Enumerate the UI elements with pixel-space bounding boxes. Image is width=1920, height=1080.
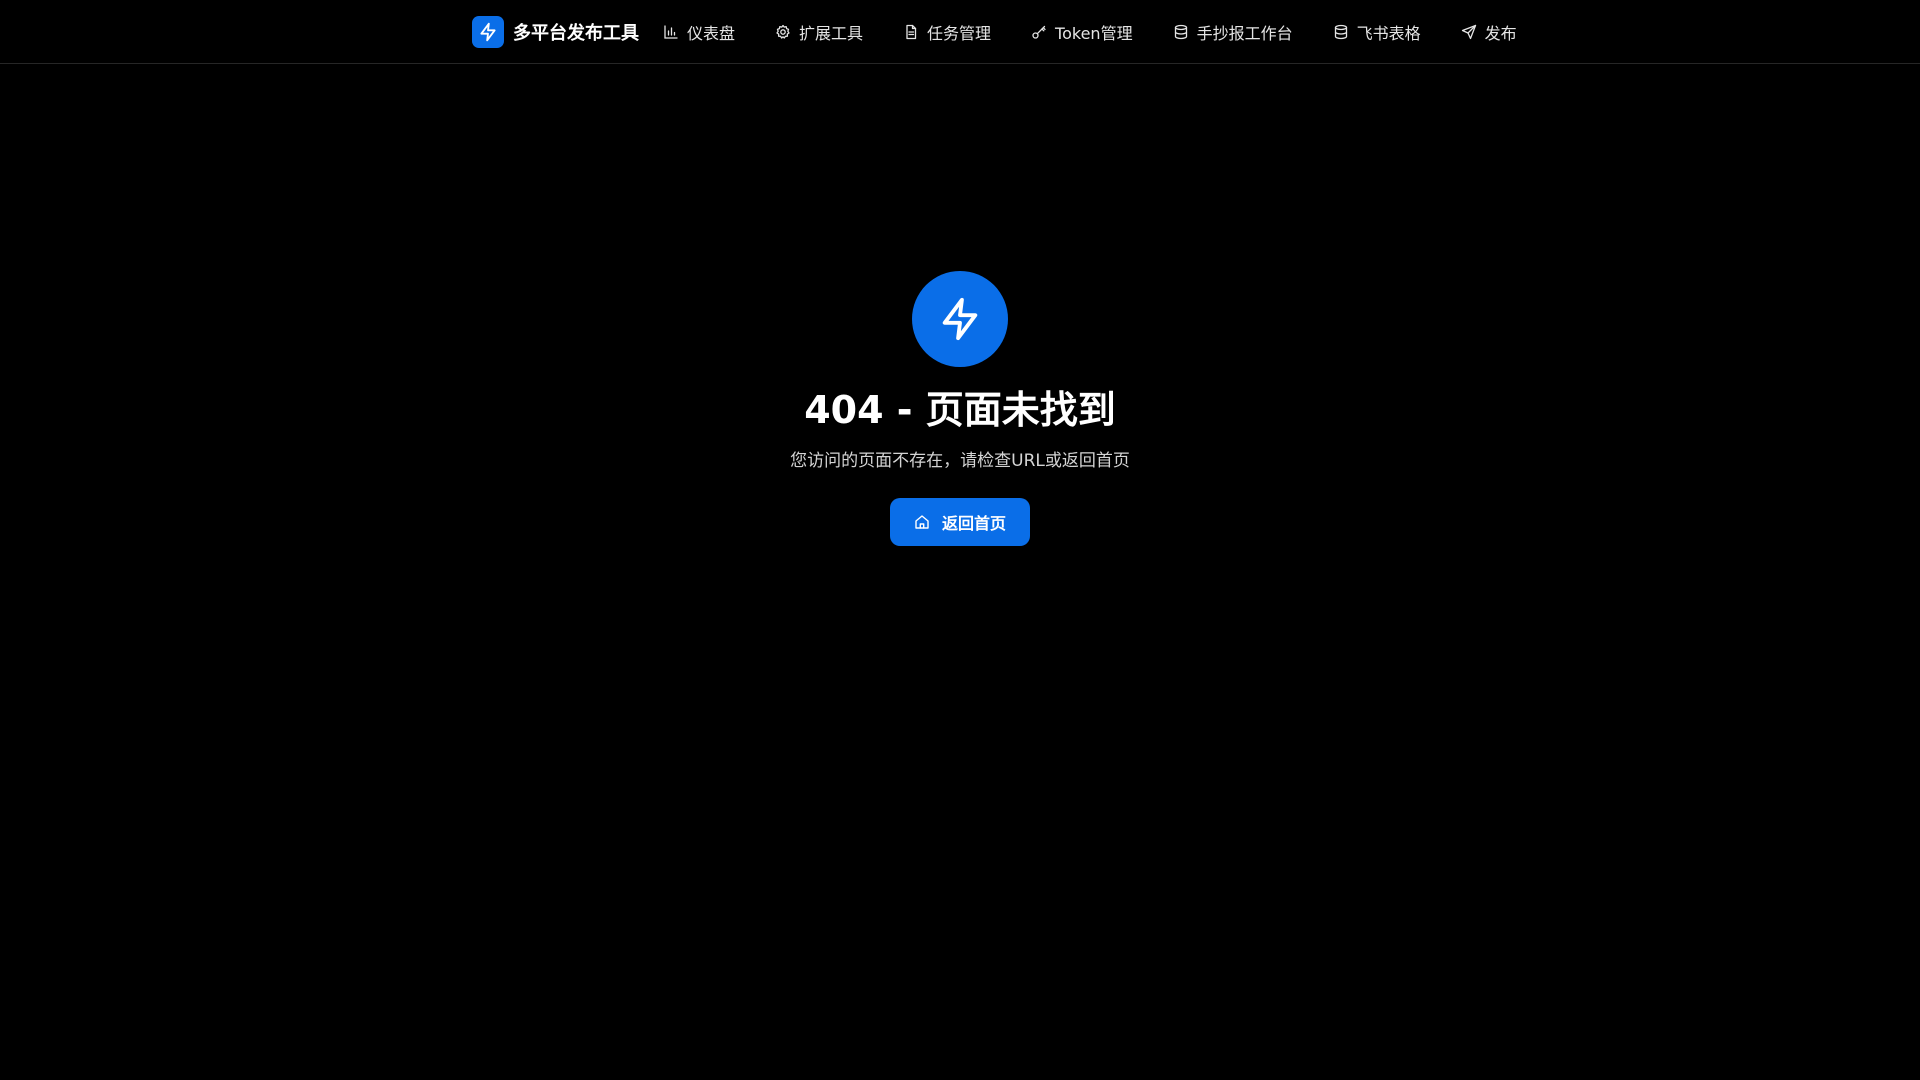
nav-item-label: 任务管理 bbox=[927, 23, 992, 43]
nav-item-label: 扩展工具 bbox=[799, 23, 864, 43]
nav-item-label: 仪表盘 bbox=[687, 23, 736, 43]
nav-item-label: Token管理 bbox=[1055, 23, 1133, 43]
page-title: 404 - 页面未找到 bbox=[804, 388, 1116, 432]
home-icon bbox=[914, 514, 930, 530]
not-found-message: 您访问的页面不存在，请检查URL或返回首页 bbox=[790, 451, 1130, 471]
nav-item-label: 手抄报工作台 bbox=[1196, 23, 1293, 43]
nav-item-label: 飞书表格 bbox=[1356, 23, 1421, 43]
gear-icon bbox=[775, 24, 791, 40]
lightning-bolt-icon bbox=[942, 297, 978, 341]
not-found-badge bbox=[912, 271, 1008, 367]
bar-chart-icon bbox=[663, 24, 679, 40]
return-home-button[interactable]: 返回首页 bbox=[889, 498, 1030, 546]
send-icon bbox=[1461, 24, 1477, 40]
nav-item-label: 发布 bbox=[1484, 23, 1517, 43]
main-nav: 仪表盘 扩展工具 任务管理 Token管理 手抄报工作台 飞书表格 发布 bbox=[651, 12, 1529, 52]
brand-link[interactable]: 多平台发布工具 bbox=[472, 15, 639, 48]
not-found-panel: 404 - 页面未找到 您访问的页面不存在，请检查URL或返回首页 返回首页 bbox=[0, 271, 1920, 546]
database-icon bbox=[1333, 24, 1349, 40]
database-icon bbox=[1173, 24, 1189, 40]
nav-item-token-management[interactable]: Token管理 bbox=[1019, 12, 1145, 52]
main-content: 404 - 页面未找到 您访问的页面不存在，请检查URL或返回首页 返回首页 bbox=[0, 64, 1920, 1080]
file-text-icon bbox=[903, 24, 919, 40]
nav-item-poster-workbench[interactable]: 手抄报工作台 bbox=[1161, 12, 1305, 52]
brand-name: 多平台发布工具 bbox=[513, 22, 639, 44]
nav-item-dashboard[interactable]: 仪表盘 bbox=[651, 12, 747, 52]
nav-item-feishu-sheets[interactable]: 飞书表格 bbox=[1321, 12, 1433, 52]
nav-item-extension-tools[interactable]: 扩展工具 bbox=[763, 12, 875, 52]
nav-item-task-management[interactable]: 任务管理 bbox=[891, 12, 1003, 52]
key-icon bbox=[1031, 24, 1047, 40]
top-navigation-bar: 多平台发布工具 仪表盘 扩展工具 任务管理 Token管理 手抄报工作台 飞书表… bbox=[0, 0, 1920, 64]
return-home-label: 返回首页 bbox=[941, 514, 1006, 533]
brand-logo bbox=[472, 15, 504, 48]
lightning-bolt-icon bbox=[480, 22, 496, 41]
nav-item-publish[interactable]: 发布 bbox=[1449, 12, 1529, 52]
top-navigation-inner: 多平台发布工具 仪表盘 扩展工具 任务管理 Token管理 手抄报工作台 飞书表… bbox=[472, 0, 1529, 63]
